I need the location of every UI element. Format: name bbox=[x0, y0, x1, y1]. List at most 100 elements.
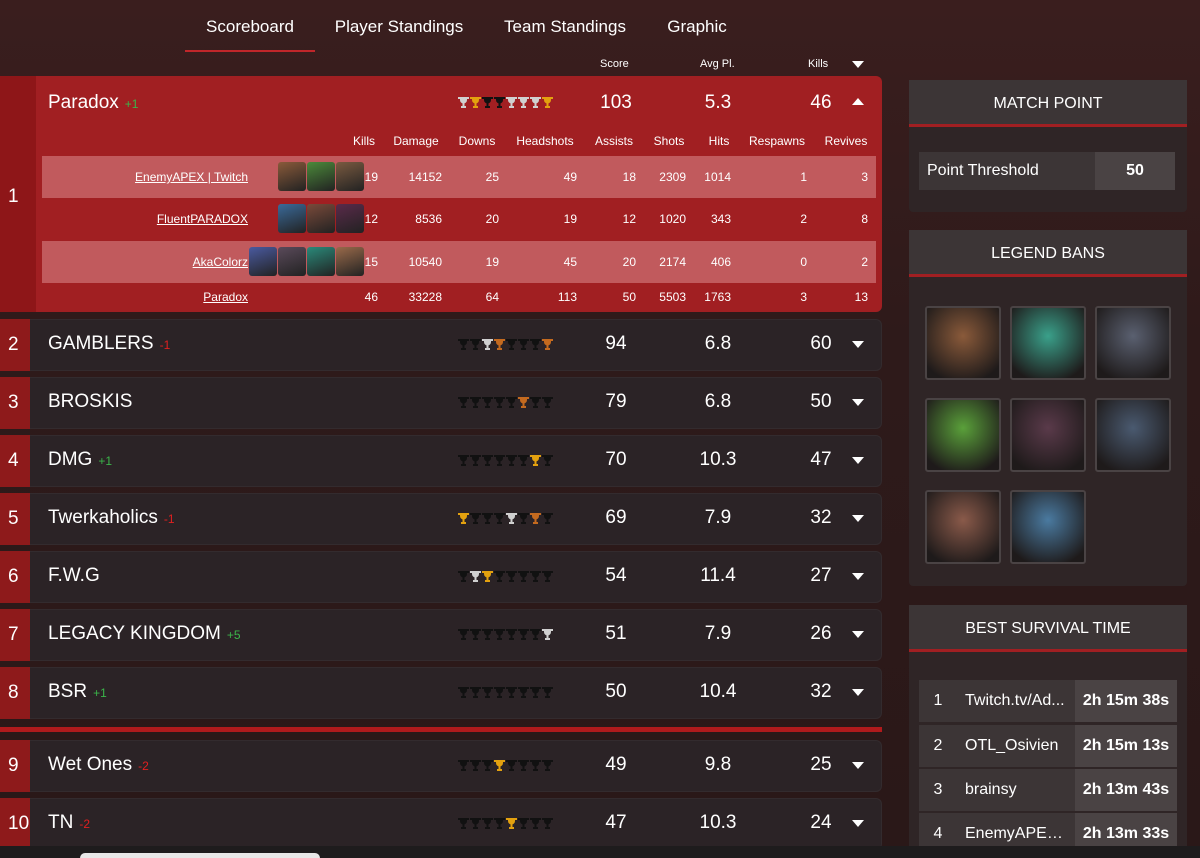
legend-portrait-icon bbox=[307, 204, 335, 233]
tab-player-standings[interactable]: Player Standings bbox=[315, 0, 483, 52]
match-point-panel: MATCH POINT Point Threshold 50 bbox=[909, 80, 1187, 212]
expand-chevron-icon[interactable] bbox=[852, 820, 864, 827]
survival-player-name: OTL_Osivien bbox=[965, 737, 1059, 754]
trophy-icon bbox=[530, 396, 541, 409]
score-column-header: Score bbox=[600, 58, 629, 70]
trophy-icon bbox=[470, 96, 481, 109]
trophy-icon bbox=[470, 512, 481, 525]
team-row[interactable]: 10 TN -2 47 10.3 24 bbox=[0, 798, 882, 850]
player-stat-headshots: 49 bbox=[563, 170, 577, 184]
banned-legend-portrait bbox=[925, 398, 1001, 472]
trophy-icon bbox=[518, 570, 529, 583]
best-survival-panel: BEST SURVIVAL TIME 1 Twitch.tv/Ad... 2h 15… bbox=[909, 605, 1187, 858]
banned-legend-portrait bbox=[1010, 490, 1086, 564]
legend-portrait-icon bbox=[278, 247, 306, 276]
team-row[interactable]: 9 Wet Ones -2 49 9.8 25 bbox=[0, 740, 882, 792]
sort-caret-icon[interactable] bbox=[852, 61, 864, 68]
trophy-icon bbox=[530, 96, 541, 109]
tab-team-standings[interactable]: Team Standings bbox=[483, 0, 647, 52]
banned-legend-portrait bbox=[1095, 398, 1171, 472]
team-kills: 32 bbox=[810, 507, 832, 528]
trophy-icon bbox=[482, 759, 493, 772]
trophy-icon bbox=[482, 686, 493, 699]
player-stat-hits: 343 bbox=[710, 212, 731, 226]
trophy-icon bbox=[530, 628, 541, 641]
rank-change: +1 bbox=[124, 97, 139, 111]
trophy-icon bbox=[458, 759, 469, 772]
tab-scoreboard[interactable]: Scoreboard bbox=[185, 0, 315, 52]
player-stat-hits: 406 bbox=[710, 255, 731, 269]
team-row[interactable]: 6 F.W.G 54 11.4 27 bbox=[0, 551, 882, 603]
banned-legend-portrait bbox=[925, 490, 1001, 564]
player-stat-hits: 1014 bbox=[704, 170, 731, 184]
player-stat-revives: 3 bbox=[861, 170, 868, 184]
trophy-icon bbox=[458, 454, 469, 467]
team-avg-placement: 7.9 bbox=[704, 507, 732, 528]
team-rank: 8 bbox=[0, 667, 30, 719]
expand-chevron-icon[interactable] bbox=[852, 631, 864, 638]
team-score: 79 bbox=[605, 391, 627, 412]
legend-bans-title: LEGEND BANS bbox=[909, 230, 1187, 277]
trophy-icon bbox=[518, 759, 529, 772]
team-kills: 50 bbox=[810, 391, 832, 412]
team-name: Paradox +1 bbox=[48, 92, 139, 113]
trophy-icon bbox=[506, 396, 517, 409]
trophy-icon bbox=[482, 396, 493, 409]
player-name-link[interactable]: EnemyAPEX | Twitch bbox=[135, 170, 248, 184]
player-stat-shots: 1020 bbox=[659, 212, 686, 226]
survival-rank: 3 bbox=[933, 781, 943, 798]
banned-legend-portrait bbox=[1095, 306, 1171, 380]
expand-chevron-icon[interactable] bbox=[852, 457, 864, 464]
trophy-icon bbox=[470, 628, 481, 641]
team-name: DMG +1 bbox=[48, 449, 113, 470]
trophy-icon bbox=[518, 628, 529, 641]
expand-chevron-icon[interactable] bbox=[852, 573, 864, 580]
expand-chevron-icon[interactable] bbox=[852, 515, 864, 522]
tab-graphic[interactable]: Graphic bbox=[647, 0, 747, 52]
total-stat-assists: 50 bbox=[622, 290, 636, 304]
player-name-link[interactable]: AkaColorz bbox=[193, 255, 248, 269]
expand-chevron-icon[interactable] bbox=[852, 399, 864, 406]
team-kills: 27 bbox=[810, 565, 832, 586]
stat-header: Respawns bbox=[748, 134, 806, 148]
player-stat-damage: 14152 bbox=[408, 170, 442, 184]
team-row[interactable]: 3 BROSKIS 79 6.8 50 bbox=[0, 377, 882, 429]
stat-header: Headshots bbox=[516, 134, 574, 148]
trophy-icon bbox=[482, 570, 493, 583]
collapse-chevron-icon[interactable] bbox=[852, 98, 864, 105]
expand-chevron-icon[interactable] bbox=[852, 689, 864, 696]
rank-change: -2 bbox=[79, 817, 90, 831]
trophy-icon bbox=[518, 817, 529, 830]
expand-chevron-icon[interactable] bbox=[852, 341, 864, 348]
team-row[interactable]: 4 DMG +1 70 10.3 47 bbox=[0, 435, 882, 487]
trophy-row bbox=[458, 570, 553, 583]
team-rank: 7 bbox=[0, 609, 30, 661]
team-row[interactable]: 5 Twerkaholics -1 69 7.9 32 bbox=[0, 493, 882, 545]
team-score: 94 bbox=[605, 333, 627, 354]
expand-chevron-icon[interactable] bbox=[852, 762, 864, 769]
trophy-icon bbox=[530, 686, 541, 699]
team-kills: 26 bbox=[810, 623, 832, 644]
trophy-icon bbox=[506, 686, 517, 699]
survival-time: 2h 15m 13s bbox=[1075, 725, 1177, 767]
total-stat-kills: 46 bbox=[364, 290, 378, 304]
trophy-icon bbox=[494, 686, 505, 699]
rank-change: +1 bbox=[93, 686, 107, 700]
avg-placement-column-header: Avg Pl. bbox=[700, 58, 735, 70]
trophy-icon bbox=[506, 96, 517, 109]
player-name-link[interactable]: FluentPARADOX bbox=[157, 212, 248, 226]
taskbar-search[interactable] bbox=[80, 853, 320, 858]
team-row[interactable]: 8 BSR +1 50 10.4 32 bbox=[0, 667, 882, 719]
legend-bans-panel: LEGEND BANS bbox=[909, 230, 1187, 586]
trophy-row bbox=[458, 817, 553, 830]
match-point-title: MATCH POINT bbox=[909, 80, 1187, 127]
trophy-row bbox=[458, 454, 553, 467]
rank-change: +1 bbox=[98, 454, 113, 468]
trophy-icon bbox=[518, 338, 529, 351]
team-row[interactable]: 2 GAMBLERS -1 94 6.8 60 bbox=[0, 319, 882, 371]
team-totals-link[interactable]: Paradox bbox=[203, 290, 248, 304]
trophy-icon bbox=[542, 570, 553, 583]
team-kills: 25 bbox=[810, 754, 832, 775]
trophy-icon bbox=[482, 454, 493, 467]
team-row[interactable]: 7 LEGACY KINGDOM +5 51 7.9 26 bbox=[0, 609, 882, 661]
